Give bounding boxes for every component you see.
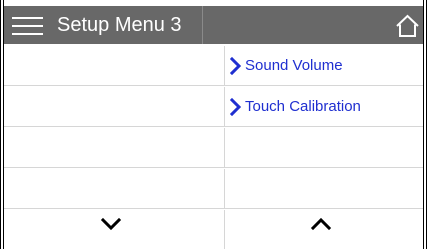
menu-bar-bottom xyxy=(12,33,43,35)
setup-menu-screen: Setup Menu 3 Sound Volume Touch Calibrat… xyxy=(0,0,427,249)
header-divider xyxy=(202,6,203,44)
menu-row-1: Sound Volume xyxy=(4,46,423,86)
menu-cell-touch-calibration: Touch Calibration xyxy=(225,87,423,126)
empty-menu-cell xyxy=(4,46,225,85)
menu-bar-middle xyxy=(12,25,43,27)
touch-calibration-menu-item[interactable]: Touch Calibration xyxy=(230,97,361,117)
left-outer-border xyxy=(0,0,1,249)
menu-row-3 xyxy=(4,128,423,168)
page-down-cell xyxy=(4,210,225,249)
menu-row-4 xyxy=(4,169,423,209)
empty-menu-cell xyxy=(225,128,423,167)
menu-bar-top xyxy=(12,17,43,19)
chevron-right-icon xyxy=(230,57,241,75)
right-inner-border xyxy=(423,0,424,249)
chevron-down-icon[interactable] xyxy=(100,217,122,231)
touch-calibration-label: Touch Calibration xyxy=(245,98,361,115)
empty-menu-cell xyxy=(4,169,225,208)
page-up-cell xyxy=(225,210,423,249)
page-title: Setup Menu 3 xyxy=(57,14,182,36)
menu-cell-sound-volume: Sound Volume xyxy=(225,46,423,85)
chevron-right-icon xyxy=(230,98,241,116)
sound-volume-menu-item[interactable]: Sound Volume xyxy=(230,56,343,76)
menu-row-2: Touch Calibration xyxy=(4,87,423,127)
chevron-up-icon[interactable] xyxy=(310,217,332,231)
setup-menu-grid: Sound Volume Touch Calibration xyxy=(4,46,423,249)
navigation-row xyxy=(4,210,423,249)
hamburger-menu-icon[interactable] xyxy=(12,17,43,35)
empty-menu-cell xyxy=(4,87,225,126)
sound-volume-label: Sound Volume xyxy=(245,57,343,74)
home-icon[interactable] xyxy=(395,14,420,38)
empty-menu-cell xyxy=(225,169,423,208)
header-bar: Setup Menu 3 xyxy=(4,6,423,44)
empty-menu-cell xyxy=(4,128,225,167)
